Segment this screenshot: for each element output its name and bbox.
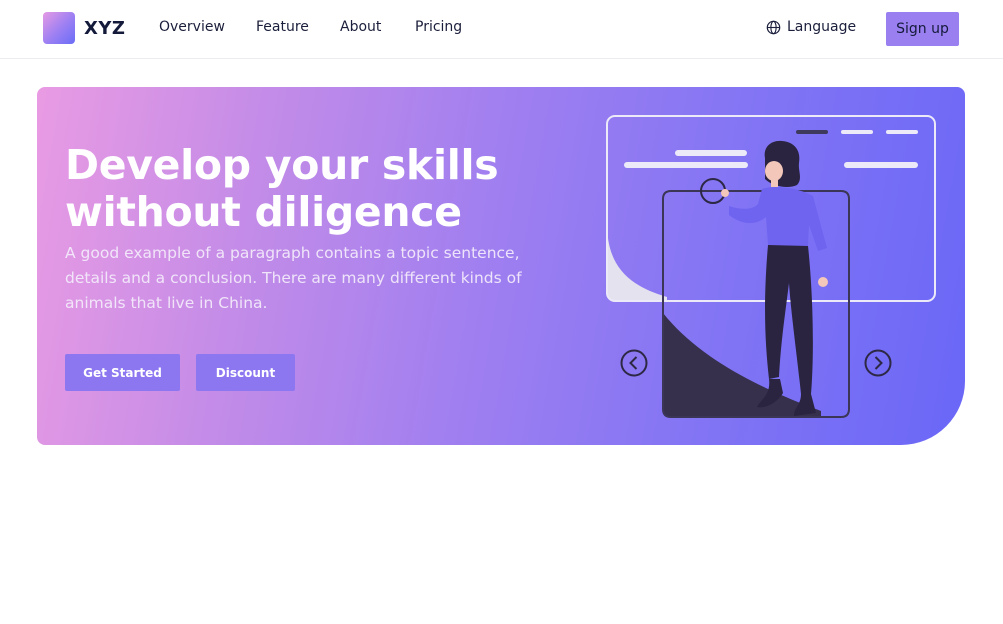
logo-icon: [43, 12, 75, 44]
nav-link-about[interactable]: About: [340, 19, 381, 35]
nav-link-feature[interactable]: Feature: [256, 19, 309, 35]
language-label: Language: [787, 19, 857, 35]
language-selector[interactable]: Language: [766, 19, 856, 35]
brand-name: XYZ: [84, 17, 126, 39]
signup-button[interactable]: Sign up: [886, 12, 959, 46]
chevron-left-icon: [620, 349, 648, 377]
discount-button[interactable]: Discount: [196, 354, 295, 391]
hero-illustration: [606, 115, 936, 418]
nav-link-overview[interactable]: Overview: [159, 19, 225, 35]
top-navbar: XYZ Overview Feature About Pricing Langu…: [0, 0, 1003, 59]
brand[interactable]: XYZ: [43, 12, 125, 44]
chevron-right-icon: [864, 349, 892, 377]
globe-icon: [766, 20, 781, 34]
hero-banner: Develop your skills without diligence A …: [37, 87, 965, 445]
photo-frame-illustration: [662, 190, 850, 418]
hero-description: A good example of a paragraph contains a…: [65, 244, 522, 312]
hero-title: Develop your skills without diligence: [65, 141, 499, 236]
get-started-button[interactable]: Get Started: [65, 354, 180, 391]
nav-link-pricing[interactable]: Pricing: [415, 19, 462, 35]
